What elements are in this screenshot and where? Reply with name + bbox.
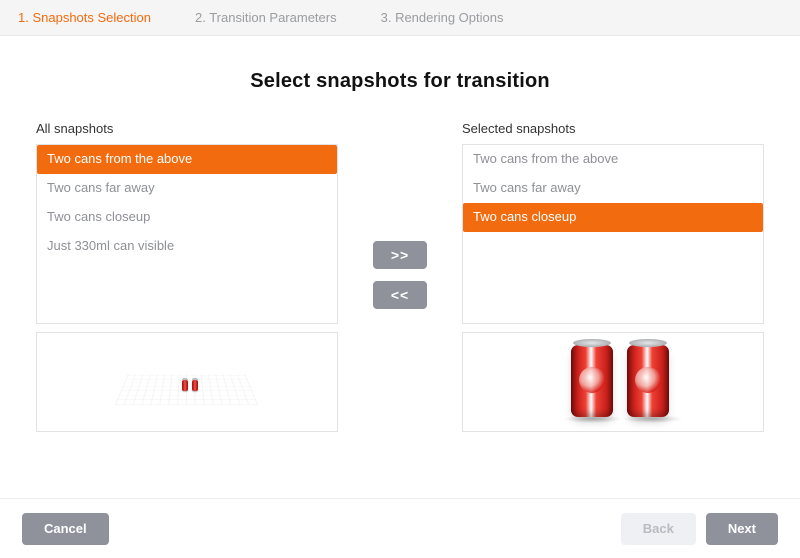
back-button: Back xyxy=(621,513,696,545)
selected-snapshots-pane: Selected snapshots Two cans from the abo… xyxy=(462,121,764,432)
list-item[interactable]: Two cans far away xyxy=(37,174,337,203)
can-icon xyxy=(627,345,669,417)
target-preview xyxy=(462,332,764,432)
list-item[interactable]: Two cans closeup xyxy=(463,203,763,232)
list-item[interactable]: Just 330ml can visible xyxy=(37,232,337,261)
cancel-button[interactable]: Cancel xyxy=(22,513,109,545)
list-item[interactable]: Two cans closeup xyxy=(37,203,337,232)
next-button[interactable]: Next xyxy=(706,513,778,545)
selected-snapshots-list[interactable]: Two cans from the above Two cans far awa… xyxy=(462,144,764,324)
wizard-footer: Cancel Back Next xyxy=(0,498,800,558)
all-snapshots-pane: All snapshots Two cans from the above Tw… xyxy=(36,121,338,432)
step-3[interactable]: 3. Rendering Options xyxy=(381,10,504,25)
list-item[interactable]: Two cans from the above xyxy=(37,145,337,174)
all-snapshots-list[interactable]: Two cans from the above Two cans far awa… xyxy=(36,144,338,324)
all-snapshots-heading: All snapshots xyxy=(36,121,338,136)
remove-button[interactable]: << xyxy=(373,281,427,309)
page-title: Select snapshots for transition xyxy=(0,70,800,93)
list-item[interactable]: Two cans from the above xyxy=(463,145,763,174)
step-1[interactable]: 1. Snapshots Selection xyxy=(18,10,151,25)
source-preview xyxy=(36,332,338,432)
can-icon xyxy=(192,380,198,391)
can-icon xyxy=(182,380,188,391)
selected-snapshots-heading: Selected snapshots xyxy=(462,121,764,136)
add-button[interactable]: >> xyxy=(373,241,427,269)
wizard-stepper: 1. Snapshots Selection 2. Transition Par… xyxy=(0,0,800,36)
list-item[interactable]: Two cans far away xyxy=(463,174,763,203)
can-icon xyxy=(571,345,613,417)
step-2[interactable]: 2. Transition Parameters xyxy=(195,10,337,25)
